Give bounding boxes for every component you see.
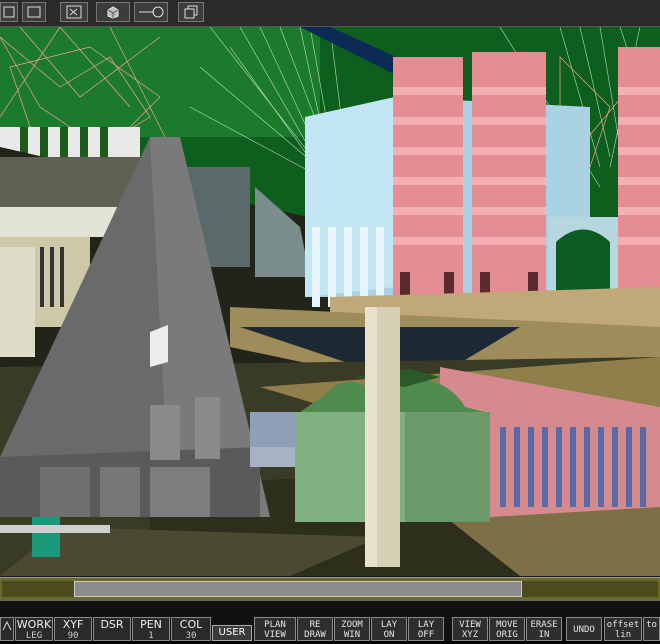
button-line2: ORIG (496, 630, 518, 640)
lens-icon-button[interactable] (134, 2, 168, 22)
button-line1: RE (309, 620, 321, 630)
lay-on-button[interactable]: LAY ON (371, 617, 407, 641)
move-orig-button[interactable]: MOVE ORIG (489, 617, 525, 641)
square-icon (3, 6, 15, 18)
horizontal-scrollbar[interactable] (0, 577, 660, 600)
model-render (0, 27, 660, 576)
field-label: WORK (16, 618, 52, 631)
menu-corner-icon[interactable] (0, 617, 14, 641)
rectangle-icon-button[interactable] (22, 2, 46, 22)
plan-view-button[interactable]: PLAN VIEW (254, 617, 296, 641)
3d-viewport[interactable] (0, 27, 660, 576)
lay-off-button[interactable]: LAY OFF (408, 617, 444, 641)
button-line2: DRAW (304, 630, 326, 640)
button-line2: ON (383, 630, 395, 640)
field-label: XYF (62, 618, 84, 631)
undo-button[interactable]: UNDO (566, 617, 602, 641)
rectangle-icon (27, 6, 41, 18)
cad-application: WORK LEG XYF 90 DSR PEN 1 COL 30 USER PL… (0, 0, 660, 641)
button-line2: WIN (343, 630, 361, 640)
button-line1: LAY (380, 620, 398, 630)
field-dsr[interactable]: DSR (93, 617, 131, 641)
button-line1: ZOOM (341, 620, 363, 630)
button-line1: PLAN (264, 620, 286, 630)
button-line1: VIEW (459, 620, 481, 630)
button-line2: VIEW (264, 630, 286, 640)
field-label: DSR (100, 618, 124, 631)
to-button[interactable]: to (643, 617, 660, 641)
button-line1: offset (606, 620, 640, 630)
button-line1: to (646, 620, 657, 630)
field-col[interactable]: COL 30 (171, 617, 211, 641)
user-button[interactable]: USER (212, 625, 252, 641)
view-xyz-button[interactable]: VIEW XYZ (452, 617, 488, 641)
erase-in-button[interactable]: ERASE IN (526, 617, 562, 641)
cube-icon-button[interactable] (96, 2, 130, 22)
copy-window-icon (184, 5, 198, 19)
button-line2: XYZ (461, 630, 479, 640)
scrollbar-thumb[interactable] (74, 581, 522, 597)
cube-icon (107, 6, 119, 19)
button-line1: LAY (417, 620, 435, 630)
field-xyf[interactable]: XYF 90 (54, 617, 92, 641)
field-label: COL (179, 618, 203, 631)
redraw-button[interactable]: RE DRAW (297, 617, 333, 641)
select-region-icon (66, 5, 82, 19)
field-work[interactable]: WORK LEG (15, 617, 53, 641)
button-line2: lin (614, 630, 632, 640)
top-toolbar (0, 0, 660, 27)
button-line2: OFF (417, 630, 435, 640)
button-line1: UNDO (573, 625, 595, 635)
button-line1: MOVE (496, 620, 518, 630)
lens-icon (139, 6, 164, 18)
select-region-icon-button[interactable] (60, 2, 88, 22)
square-icon-button[interactable] (0, 2, 18, 22)
button-line1: ERASE (530, 620, 558, 630)
zoom-win-button[interactable]: ZOOM WIN (334, 617, 370, 641)
bottom-command-bar: WORK LEG XYF 90 DSR PEN 1 COL 30 USER PL… (0, 600, 660, 641)
offset-lin-button[interactable]: offset lin (604, 617, 642, 641)
field-label: PEN (140, 618, 162, 631)
field-pen[interactable]: PEN 1 (132, 617, 170, 641)
copy-window-icon-button[interactable] (178, 2, 204, 22)
corner-arrow-icon (2, 620, 12, 631)
button-line2: IN (538, 630, 550, 640)
